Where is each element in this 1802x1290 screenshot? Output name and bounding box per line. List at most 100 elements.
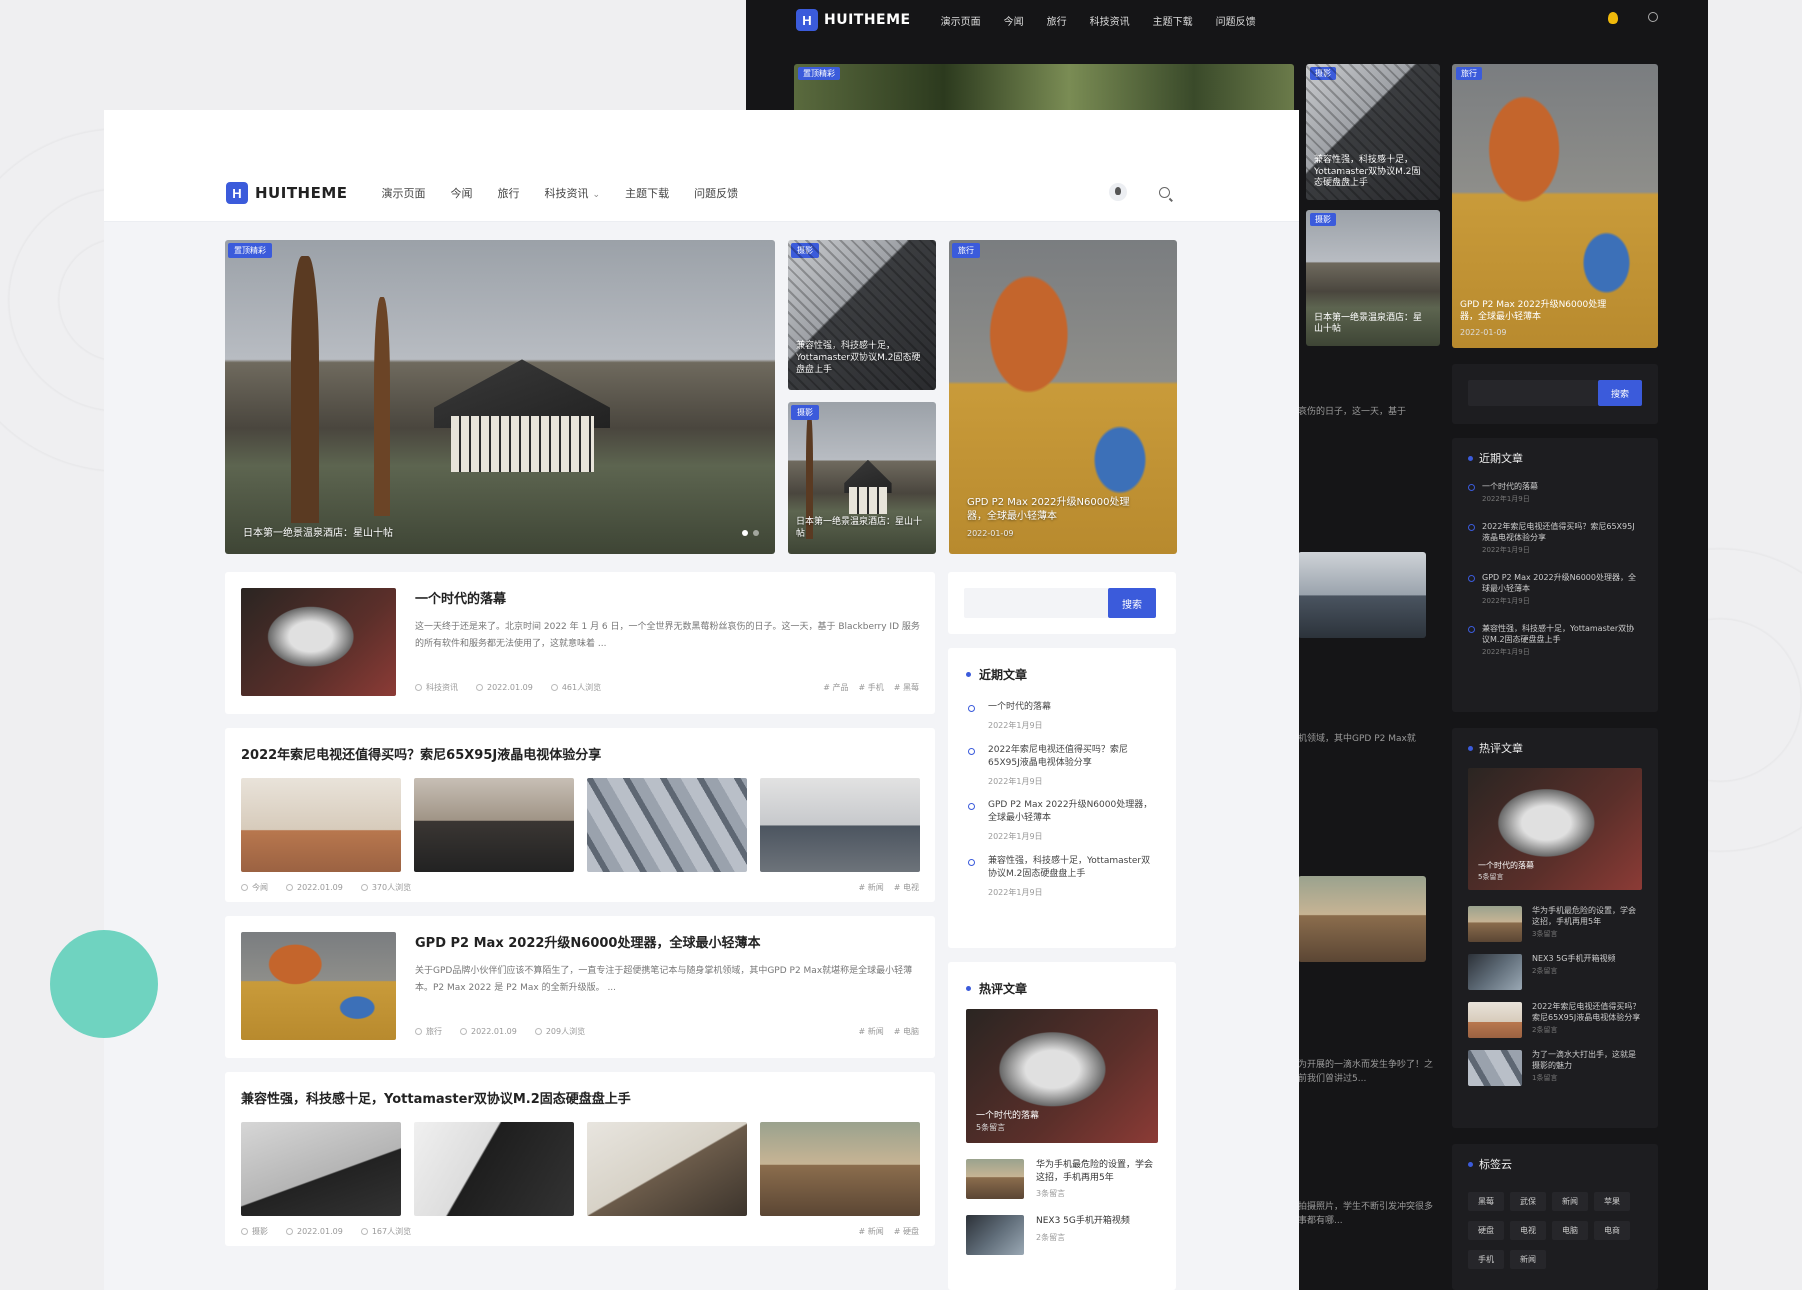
hero-tall[interactable]: 旅行 GPD P2 Max 2022升级N6000处理器，全球最小轻薄本 202…	[949, 240, 1177, 554]
dark-tag-chip[interactable]: 黑莓	[1468, 1192, 1504, 1211]
dark-hot-item[interactable]: 为了一滴水大打出手，这就是摄影的魅力 1条留言	[1452, 1044, 1658, 1092]
dark-nav-item[interactable]: 主题下载	[1153, 13, 1193, 28]
post-tag[interactable]: # 产品	[823, 682, 848, 693]
post-tag[interactable]: # 手机	[859, 682, 884, 693]
post-title[interactable]: 2022年索尼电视还值得买吗？索尼65X95J液晶电视体验分享	[241, 744, 601, 763]
dark-hot-item[interactable]: 2022年索尼电视还值得买吗？索尼65X95J液晶电视体验分享 2条留言	[1452, 996, 1658, 1044]
post-gallery-image[interactable]	[414, 778, 574, 872]
post-tag[interactable]: # 黑莓	[894, 682, 919, 693]
dark-recent-item-title: GPD P2 Max 2022升级N6000处理器，全球最小轻薄本	[1482, 573, 1636, 593]
post-gallery-image[interactable]	[760, 778, 920, 872]
dark-tag-list: 黑莓 武保 新闻 苹果 硬盘 电视 电脑 电商 手机 新闻	[1452, 1184, 1658, 1277]
hot-post-item[interactable]: NEX3 5G手机开箱视频 2条留言	[948, 1199, 1176, 1256]
post-tag[interactable]: # 电视	[894, 882, 919, 893]
post-card[interactable]: 兼容性强，科技感十足，Yottamaster双协议M.2固态硬盘盘上手 摄影 2…	[225, 1072, 935, 1246]
nav-item-travel[interactable]: 旅行	[498, 185, 520, 201]
dark-tag-chip[interactable]: 新闻	[1510, 1250, 1546, 1269]
dark-nav-item[interactable]: 今闻	[1004, 13, 1024, 28]
dark-nav-item[interactable]: 旅行	[1047, 13, 1067, 28]
nav-item-news[interactable]: 今闻	[451, 185, 473, 201]
hot-post-featured[interactable]: 一个时代的落幕 5条留言	[966, 1009, 1158, 1143]
post-category[interactable]: 科技资讯	[415, 682, 458, 693]
dark-hero-small-1[interactable]: 摄影 兼容性强，科技感十足，Yottamaster双协议M.2固态硬盘盘上手	[1306, 64, 1440, 200]
dark-thumb[interactable]	[1298, 552, 1426, 638]
post-card[interactable]: 2022年索尼电视还值得买吗？索尼65X95J液晶电视体验分享 今闻 2022.…	[225, 728, 935, 902]
carousel-dots[interactable]	[742, 530, 759, 536]
post-tag[interactable]: # 硬盘	[894, 1226, 919, 1237]
dark-bulb-icon[interactable]	[1608, 12, 1618, 24]
recent-post-item[interactable]: 2022年索尼电视还值得买吗？索尼65X95J液晶电视体验分享 2022年1月9日	[948, 738, 1176, 794]
nav-item-download[interactable]: 主题下载	[625, 185, 669, 201]
dark-nav-item[interactable]: 科技资讯	[1090, 13, 1130, 28]
logo-text[interactable]: HUITHEME	[255, 184, 348, 202]
logo-icon[interactable]: H	[226, 182, 248, 204]
post-card[interactable]: GPD P2 Max 2022升级N6000处理器，全球最小轻薄本 关于GPD品…	[225, 916, 935, 1058]
dark-hot-item[interactable]: NEX3 5G手机开箱视频 2条留言	[1452, 948, 1658, 996]
dark-hero-image[interactable]: 置顶精彩	[794, 64, 1294, 114]
post-thumbnail[interactable]	[241, 932, 396, 1040]
post-tag[interactable]: # 电脑	[894, 1026, 919, 1037]
dark-hero-tall[interactable]: 旅行 GPD P2 Max 2022升级N6000处理器，全球最小轻薄本 202…	[1452, 64, 1658, 348]
dark-tag-chip[interactable]: 手机	[1468, 1250, 1504, 1269]
nav-item-demo[interactable]: 演示页面	[382, 185, 426, 201]
dark-nav-item[interactable]: 演示页面	[941, 13, 981, 28]
post-gallery-image[interactable]	[587, 778, 747, 872]
nav-item-tech[interactable]: 科技资讯	[545, 185, 601, 201]
post-gallery-image[interactable]	[241, 778, 401, 872]
post-gallery-image[interactable]	[241, 1122, 401, 1216]
hero-main[interactable]: 置顶精彩 日本第一绝景温泉酒店：星山十帖	[225, 240, 775, 554]
dark-search-button[interactable]: 搜索	[1598, 380, 1642, 406]
hot-post-item[interactable]: 华为手机最危险的设置，学会这招，手机再用5年 3条留言	[948, 1143, 1176, 1199]
recent-post-item[interactable]: 一个时代的落幕 2022年1月9日	[948, 695, 1176, 738]
post-category[interactable]: 旅行	[415, 1026, 442, 1037]
post-title[interactable]: GPD P2 Max 2022升级N6000处理器，全球最小轻薄本	[415, 932, 920, 951]
post-title[interactable]: 一个时代的落幕	[415, 588, 920, 607]
post-tag[interactable]: # 新闻	[859, 1226, 884, 1237]
bulb-icon[interactable]	[1109, 183, 1127, 201]
dark-tag-chip[interactable]: 电脑	[1552, 1221, 1588, 1240]
post-gallery-image[interactable]	[760, 1122, 920, 1216]
dark-hot-item[interactable]: 华为手机最危险的设置，学会这招，手机再用5年 3条留言	[1452, 900, 1658, 948]
search-input[interactable]	[964, 588, 1109, 618]
dark-recent-item[interactable]: 一个时代的落幕 2022年1月9日	[1452, 478, 1658, 508]
post-category[interactable]: 今闻	[241, 882, 268, 893]
dark-tag-chip[interactable]: 电商	[1594, 1221, 1630, 1240]
hero-small-1[interactable]: 摄影 兼容性强，科技感十足，Yottamaster双协议M.2固态硬盘盘上手	[788, 240, 936, 390]
post-card[interactable]: 一个时代的落幕 这一天终于还是来了。北京时间 2022 年 1 月 6 日，一个…	[225, 572, 935, 714]
dark-recent-item[interactable]: 兼容性强，科技感十足，Yottamaster双协议M.2固态硬盘盘上手 2022年…	[1452, 620, 1658, 661]
post-title[interactable]: 兼容性强，科技感十足，Yottamaster双协议M.2固态硬盘盘上手	[241, 1088, 631, 1107]
dark-nav-item[interactable]: 问题反馈	[1216, 13, 1256, 28]
recent-post-item[interactable]: 兼容性强，科技感十足，Yottamaster双协议M.2固态硬盘盘上手 2022年…	[948, 849, 1176, 905]
dark-thumb[interactable]	[1298, 876, 1426, 962]
post-category[interactable]: 摄影	[241, 1226, 268, 1237]
dark-hot-thumb	[1468, 1002, 1522, 1038]
hero-image-wall	[450, 415, 594, 473]
dark-tag-chip[interactable]: 武保	[1510, 1192, 1546, 1211]
dark-tag-chip[interactable]: 新闻	[1552, 1192, 1588, 1211]
post-tag[interactable]: # 新闻	[859, 1026, 884, 1037]
post-thumbnail[interactable]	[241, 588, 396, 696]
dark-hot-big[interactable]: 一个时代的落幕 5条留言	[1468, 768, 1642, 890]
dark-search-input[interactable]	[1468, 380, 1598, 406]
search-icon[interactable]	[1159, 186, 1170, 198]
dark-tag-chip[interactable]: 硬盘	[1468, 1221, 1504, 1240]
dark-tag-chip[interactable]: 电视	[1510, 1221, 1546, 1240]
dark-tag-chip[interactable]: 苹果	[1594, 1192, 1630, 1211]
post-tag[interactable]: # 新闻	[859, 882, 884, 893]
dark-recent-item[interactable]: 2022年索尼电视还值得买吗？索尼65X95J液晶电视体验分享 2022年1月9日	[1452, 518, 1658, 559]
post-gallery-image[interactable]	[414, 1122, 574, 1216]
hero-small-2[interactable]: 摄影 日本第一绝景温泉酒店：星山十帖	[788, 402, 936, 554]
hot-post-thumbnail	[966, 1215, 1024, 1256]
carousel-dot-active[interactable]	[742, 530, 748, 536]
nav-item-feedback[interactable]: 问题反馈	[694, 185, 738, 201]
dark-recent-title: 近期文章	[1452, 438, 1658, 478]
recent-post-item[interactable]: GPD P2 Max 2022升级N6000处理器，全球最小轻薄本 2022年1月…	[948, 793, 1176, 849]
dark-recent-item[interactable]: GPD P2 Max 2022升级N6000处理器，全球最小轻薄本 2022年1月…	[1452, 569, 1658, 610]
post-gallery-image[interactable]	[587, 1122, 747, 1216]
dark-search-icon[interactable]	[1648, 12, 1658, 22]
dark-hero-small-2[interactable]: 摄影 日本第一绝景温泉酒店：星山十帖	[1306, 210, 1440, 346]
search-button[interactable]: 搜索	[1108, 588, 1156, 618]
dark-logo-icon[interactable]: H	[796, 9, 818, 31]
dark-logo-text[interactable]: HUITHEME	[824, 12, 911, 28]
carousel-dot[interactable]	[753, 530, 759, 536]
